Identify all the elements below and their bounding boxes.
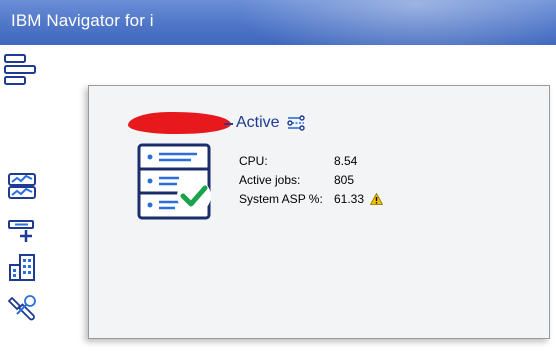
metric-value: 61.33 — [334, 192, 365, 206]
menu-icon[interactable] — [3, 53, 37, 89]
system-actions-icon[interactable] — [286, 114, 306, 132]
status-separator — [224, 123, 233, 125]
metric-label: CPU: — [239, 154, 268, 168]
server-ok-icon — [137, 143, 211, 220]
warning-icon — [370, 193, 383, 205]
system-status: Active — [236, 114, 280, 131]
metric-label: Active jobs: — [239, 173, 301, 187]
add-system-icon[interactable] — [6, 215, 38, 245]
building-icon[interactable] — [6, 252, 38, 282]
tools-icon[interactable] — [6, 293, 38, 323]
metric-value: 805 — [334, 173, 355, 187]
metric-label: System ASP %: — [239, 192, 323, 206]
dashboard-icon[interactable] — [6, 171, 38, 201]
redacted-system-name — [128, 112, 231, 134]
metric-value: 8.54 — [334, 154, 358, 168]
app-header: IBM Navigator for i — [0, 0, 556, 45]
app-title: IBM Navigator for i — [11, 11, 154, 30]
